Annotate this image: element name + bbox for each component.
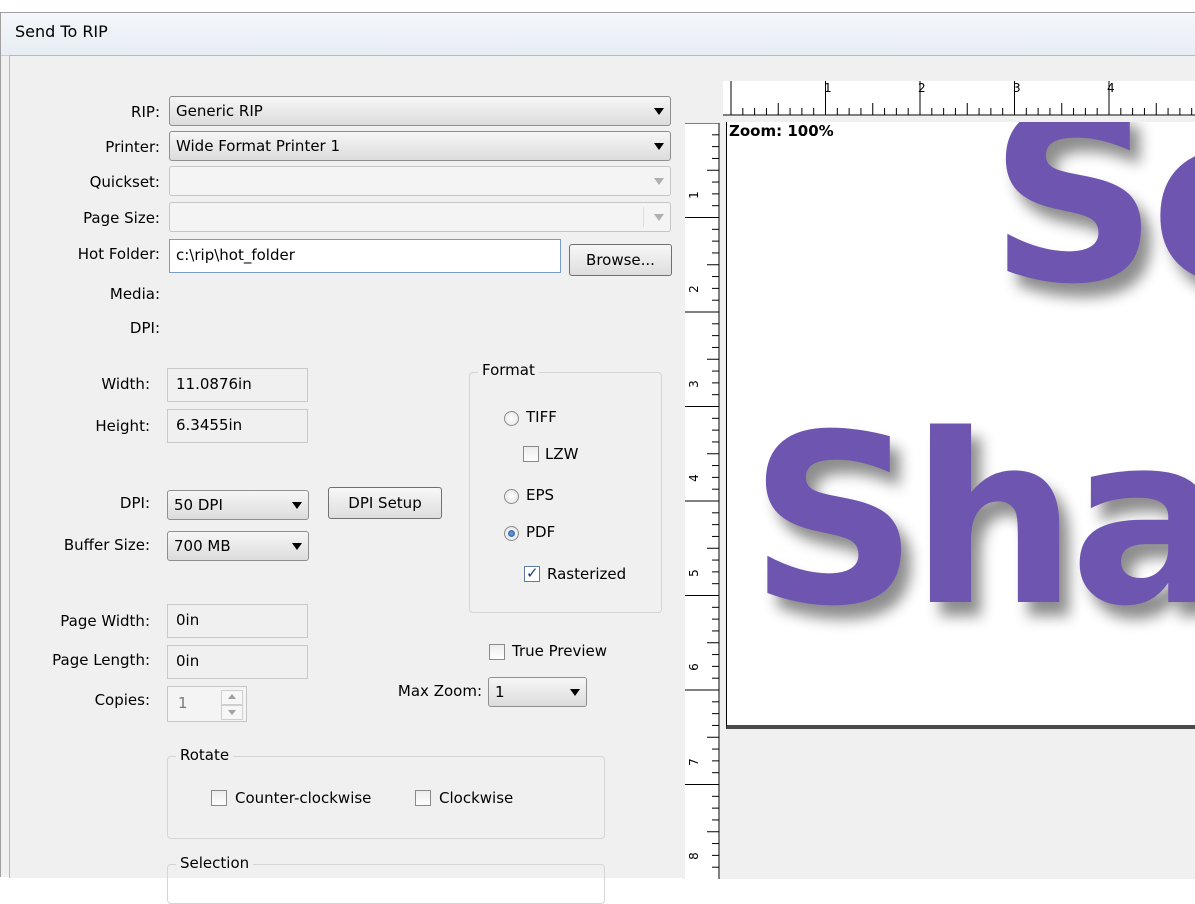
hot-folder-value: c:\rip\hot_folder [176,246,295,264]
top-ruler [723,81,1195,116]
quickset-label: Quickset: [89,173,160,191]
left-ruler-label-4: 4 [686,474,701,482]
browse-button[interactable]: Browse... [569,244,672,276]
preview-art-line-2: Sha [749,385,1195,658]
copies-label: Copies: [94,691,150,709]
max-zoom-select[interactable]: 1 [488,677,587,707]
left-ruler-label-3: 3 [686,380,701,388]
page-size-select[interactable] [169,202,671,232]
preview-art-line-1: Sc [989,122,1195,336]
window-title: Send To RIP [15,22,108,41]
top-ruler-label-2: 2 [918,81,926,95]
height-label: Height: [95,417,150,435]
hot-folder-label: Hot Folder: [77,245,160,263]
buffer-size-select[interactable]: 700 MB [167,531,309,561]
width-label: Width: [101,375,150,393]
rasterized-checkbox[interactable] [524,564,540,582]
page-width-field[interactable]: 0in [167,604,308,638]
true-preview-checkbox[interactable] [489,644,505,660]
dialog-client-area: RIP: Generic RIP Printer: Wide Format Pr… [9,55,1195,904]
page-length-field[interactable]: 0in [167,645,308,679]
true-preview-label: True Preview [512,642,608,660]
page-size-label: Page Size: [83,209,160,227]
height-field: 6.3455in [167,409,308,443]
dpi-setup-button[interactable]: DPI Setup [328,487,442,519]
copies-value: 1 [178,694,188,712]
chevron-down-icon [654,108,664,115]
quickset-select[interactable] [169,166,671,196]
media-label: Media: [109,285,160,303]
page-length-label: Page Length: [52,651,150,669]
hot-folder-input[interactable]: c:\rip\hot_folder [169,239,561,273]
max-zoom-label: Max Zoom: [397,682,482,700]
width-field: 11.0876in [167,368,308,402]
page-length-value: 0in [176,652,200,670]
top-ruler-label-1: 1 [824,81,832,95]
left-ruler-label-5: 5 [686,569,701,577]
width-value: 11.0876in [176,375,252,393]
left-ruler-label-7: 7 [686,758,701,766]
tiff-label: TIFF [526,408,557,426]
rip-label: RIP: [131,103,160,121]
page-width-label: Page Width: [60,612,150,630]
rotate-group-title: Rotate [176,746,234,764]
format-group-title: Format [478,361,539,379]
left-ruler-label-6: 6 [686,663,701,671]
send-to-rip-dialog: Send To RIP RIP: Generic RIP Printer: Wi… [0,12,1195,904]
left-ruler-label-2: 2 [686,285,701,293]
eps-label: EPS [526,486,555,504]
rip-select[interactable]: Generic RIP [169,96,671,126]
height-value: 6.3455in [176,416,243,434]
rasterized-label: Rasterized [547,565,627,583]
printer-label: Printer: [105,138,160,156]
spin-down-button[interactable] [221,705,243,720]
lzw-checkbox[interactable] [523,446,539,462]
chevron-down-icon [292,502,302,509]
dpi-info-label: DPI: [129,319,160,337]
counter-clockwise-label: Counter-clockwise [235,789,372,807]
tiff-radio[interactable] [504,411,519,426]
preview-canvas[interactable]: Zoom: 100% Sc Sha [726,122,1195,729]
top-ruler-label-4: 4 [1107,81,1115,95]
counter-clockwise-checkbox[interactable] [211,790,227,806]
printer-select-value: Wide Format Printer 1 [176,137,341,155]
selection-group-title: Selection [176,854,254,872]
rip-select-value: Generic RIP [176,102,263,120]
pdf-label: PDF [526,523,556,541]
chevron-down-icon [654,143,664,150]
chevron-down-icon [654,178,664,185]
buffer-size-label: Buffer Size: [63,536,150,554]
printer-select[interactable]: Wide Format Printer 1 [169,131,671,161]
clockwise-checkbox[interactable] [415,790,431,806]
title-bar[interactable]: Send To RIP [1,13,1195,56]
left-ruler-label-1: 1 [686,191,701,199]
chevron-down-icon [570,689,580,696]
dpi-label: DPI: [119,494,150,512]
chevron-up-icon [228,694,236,699]
max-zoom-value: 1 [495,683,505,701]
top-ruler-label-3: 3 [1013,81,1021,95]
chevron-down-icon [228,710,236,715]
zoom-indicator: Zoom: 100% [729,122,834,140]
chevron-down-icon [654,214,664,221]
page-width-value: 0in [176,611,200,629]
pdf-radio[interactable] [504,526,519,541]
lzw-label: LZW [545,445,579,463]
spin-up-button[interactable] [221,690,243,705]
preview-panel: 1 2 3 4 1 2 3 4 5 6 7 8 Zoom: 100% Sc Sh… [682,78,1195,879]
clockwise-label: Clockwise [439,789,514,807]
copies-stepper[interactable]: 1 [167,686,247,722]
dpi-select[interactable]: 50 DPI [167,490,309,520]
combo-separator [643,207,644,227]
dpi-select-value: 50 DPI [174,496,223,514]
chevron-down-icon [292,543,302,550]
left-ruler-label-8: 8 [686,852,701,860]
rotate-group [167,756,605,839]
eps-radio[interactable] [504,489,519,504]
buffer-size-select-value: 700 MB [174,537,231,555]
